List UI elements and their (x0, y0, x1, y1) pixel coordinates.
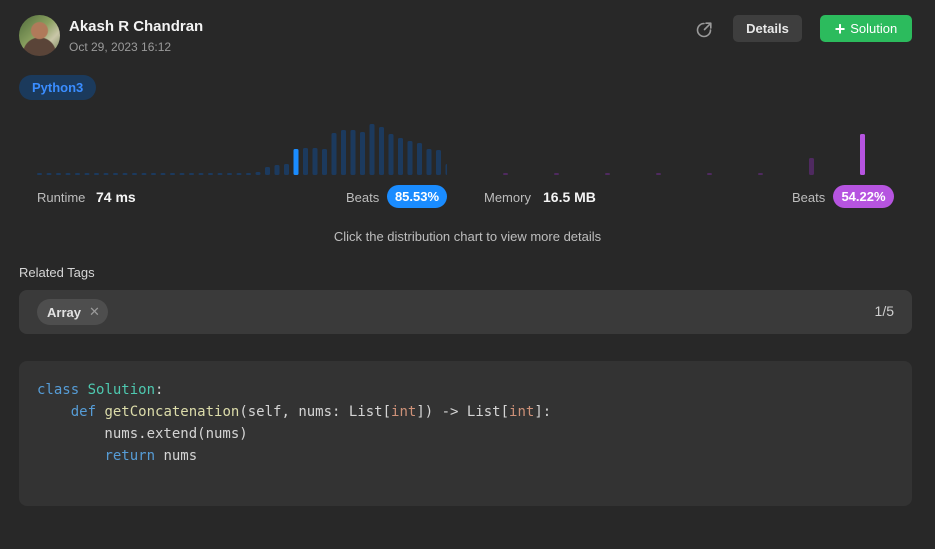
distribution-bar[interactable] (75, 173, 80, 175)
memory-value: 16.5 MB (543, 189, 596, 205)
distribution-bar[interactable] (707, 173, 712, 175)
distribution-bar[interactable] (151, 173, 156, 175)
distribution-bar[interactable] (809, 158, 814, 175)
distribution-bar[interactable] (350, 130, 356, 175)
distribution-bar[interactable] (198, 173, 204, 175)
distribution-bar[interactable] (758, 173, 763, 175)
distribution-bar[interactable] (217, 173, 223, 175)
distribution-bar[interactable] (103, 173, 109, 175)
share-button[interactable] (693, 19, 715, 41)
tag-label: Array (47, 304, 81, 320)
distribution-bar[interactable] (56, 173, 61, 175)
distribution-bar[interactable] (265, 167, 270, 175)
distribution-bar[interactable] (84, 173, 90, 175)
avatar[interactable] (19, 15, 60, 56)
distribution-bar[interactable] (303, 148, 308, 175)
distribution-bar[interactable] (236, 173, 242, 175)
runtime-value: 74 ms (96, 189, 136, 205)
distribution-bar[interactable] (255, 172, 261, 175)
language-badge: Python3 (19, 75, 97, 100)
distribution-bar[interactable] (179, 173, 185, 175)
close-icon[interactable]: ✕ (89, 304, 100, 320)
plus-icon: + (834, 18, 846, 39)
code-line-3: nums.extend(nums) (37, 426, 248, 442)
code-line-2: def getConcatenation(self, nums: List[in… (70, 404, 552, 420)
distribution-bar[interactable] (388, 134, 394, 175)
memory-beats-label: Beats (792, 190, 826, 205)
distribution-bar[interactable] (605, 173, 610, 175)
tag-chip-array[interactable]: Array ✕ (37, 299, 108, 325)
distribution-bar[interactable] (141, 173, 147, 175)
distribution-bar[interactable] (436, 150, 441, 175)
distribution-bar[interactable] (360, 132, 365, 175)
memory-distribution-chart[interactable] (503, 118, 883, 178)
username[interactable]: Akash R Chandran (69, 18, 203, 35)
distribution-bar[interactable] (341, 130, 346, 175)
distribution-bar[interactable] (227, 173, 232, 175)
runtime-beats-label: Beats (346, 190, 380, 205)
memory-label: Memory (484, 190, 531, 205)
distribution-bar[interactable] (656, 173, 661, 175)
distribution-bar[interactable] (246, 173, 251, 175)
distribution-bar[interactable] (274, 165, 280, 175)
distribution-bar[interactable] (369, 124, 375, 175)
distribution-bar[interactable] (208, 173, 213, 175)
distribution-bar[interactable] (426, 149, 432, 175)
related-tags-panel: Array ✕ 1/5 (19, 290, 912, 334)
submission-timestamp: Oct 29, 2023 16:12 (69, 40, 172, 54)
code-line-1: class Solution: (37, 382, 164, 398)
distribution-bar[interactable] (417, 143, 422, 175)
code-line-4: return nums (104, 448, 198, 464)
distribution-bar[interactable] (331, 133, 337, 175)
tag-page-indicator: 1/5 (874, 303, 894, 319)
code-block[interactable]: class Solution: def getConcatenation(sel… (19, 361, 912, 506)
runtime-label: Runtime (37, 190, 86, 205)
distribution-bar[interactable] (65, 173, 71, 175)
details-button[interactable]: Details (733, 15, 802, 42)
distribution-bar[interactable] (46, 173, 52, 175)
distribution-bar[interactable] (170, 173, 175, 175)
distribution-bar[interactable] (189, 173, 194, 175)
distribution-bar[interactable] (94, 173, 99, 175)
memory-beats-badge: 54.22% (833, 185, 894, 208)
distribution-bar[interactable] (284, 164, 289, 175)
runtime-distribution-chart[interactable] (37, 118, 447, 178)
distribution-bar[interactable] (554, 173, 559, 175)
distribution-bar[interactable] (113, 173, 118, 175)
distribution-bar[interactable] (122, 173, 128, 175)
distribution-bar-selected[interactable] (293, 149, 299, 175)
code-content: class Solution: def getConcatenation(sel… (37, 379, 551, 467)
distribution-bar[interactable] (445, 164, 448, 175)
distribution-bar[interactable] (407, 141, 413, 175)
distribution-bar[interactable] (322, 149, 327, 175)
distribution-bar[interactable] (503, 173, 508, 175)
related-tags-title: Related Tags (19, 265, 95, 280)
distribution-bar[interactable] (379, 127, 384, 175)
add-solution-button[interactable]: + Solution (820, 15, 912, 42)
share-icon (696, 22, 712, 38)
runtime-beats-badge: 85.53% (387, 185, 447, 208)
distribution-bar[interactable] (312, 148, 318, 175)
distribution-bar-selected[interactable] (860, 134, 865, 175)
distribution-bar[interactable] (37, 173, 42, 175)
chart-hint: Click the distribution chart to view mor… (333, 229, 602, 244)
solution-button-label: Solution (850, 21, 898, 36)
distribution-bar[interactable] (398, 138, 403, 175)
distribution-bar[interactable] (160, 173, 166, 175)
distribution-bar[interactable] (132, 173, 137, 175)
